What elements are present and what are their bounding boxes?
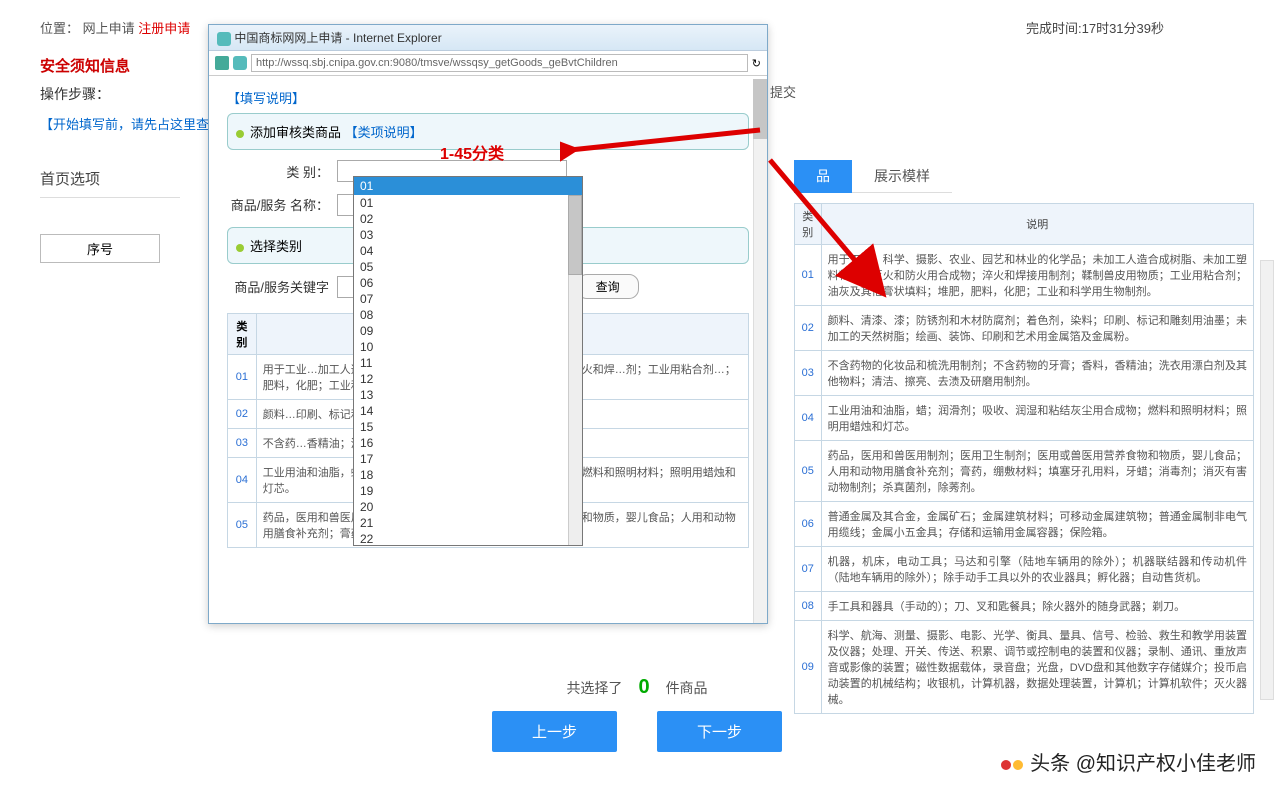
dropdown-option[interactable]: 15 — [354, 419, 582, 435]
dropdown-option[interactable]: 02 — [354, 211, 582, 227]
category-link[interactable]: 05 — [795, 441, 822, 502]
dropdown-scrollbar[interactable] — [568, 195, 582, 545]
category-link[interactable]: 04 — [228, 458, 257, 503]
dropdown-option[interactable]: 17 — [354, 451, 582, 467]
annotation-text: 1-45分类 — [440, 140, 504, 164]
dropdown-option[interactable]: 18 — [354, 467, 582, 483]
dropdown-option[interactable]: 13 — [354, 387, 582, 403]
category-link[interactable]: 01 — [795, 245, 822, 306]
dropdown-option[interactable]: 14 — [354, 403, 582, 419]
watermark: 头条 @知识产权小佳老师 — [1001, 747, 1256, 776]
refresh-icon[interactable]: ↻ — [752, 57, 761, 70]
next-button[interactable]: 下一步 — [657, 711, 782, 752]
prev-button[interactable]: 上一步 — [492, 711, 617, 752]
bullet-icon — [236, 244, 244, 252]
dropdown-option[interactable]: 21 — [354, 515, 582, 531]
class-guide-link[interactable]: 【类项说明】 — [345, 125, 423, 140]
dropdown-option[interactable]: 09 — [354, 323, 582, 339]
dropdown-option[interactable]: 05 — [354, 259, 582, 275]
tab-product[interactable]: 品 — [794, 160, 852, 193]
category-link[interactable]: 02 — [795, 306, 822, 351]
address-bar[interactable]: http://wssq.sbj.cnipa.gov.cn:9080/tmsve/… — [251, 54, 748, 72]
dropdown-option[interactable]: 07 — [354, 291, 582, 307]
category-link[interactable]: 06 — [795, 502, 822, 547]
dropdown-option[interactable]: 11 — [354, 355, 582, 371]
fill-guide-link[interactable]: 【填写说明】 — [227, 88, 749, 107]
dropdown-option[interactable]: 12 — [354, 371, 582, 387]
tab-display[interactable]: 展示模样 — [852, 160, 952, 193]
category-link[interactable]: 05 — [228, 503, 257, 548]
submit-tab[interactable]: 提交 — [770, 82, 796, 101]
dropdown-option[interactable]: 06 — [354, 275, 582, 291]
dropdown-option[interactable]: 22 — [354, 531, 582, 545]
dropdown-option[interactable]: 10 — [354, 339, 582, 355]
dropdown-option[interactable]: 04 — [354, 243, 582, 259]
category-desc: 药品，医用和兽医用制剂；医用卫生制剂；医用或兽医用营养食物和物质，婴儿食品；人用… — [821, 441, 1253, 502]
category-dropdown[interactable]: 01 0102030405060708091011121314151617181… — [353, 176, 583, 546]
col-desc: 说明 — [821, 204, 1253, 245]
time-label: 完成时间:17时31分39秒 — [1026, 18, 1164, 37]
category-desc: 用于工业、科学、摄影、农业、园艺和林业的化学品；未加工人造合成树脂、未加工塑料物… — [821, 245, 1253, 306]
seq-header: 序号 — [40, 234, 160, 263]
category-desc: 工业用油和油脂，蜡；润滑剂；吸收、润湿和粘结灰尘用合成物；燃料和照明材料；照明用… — [821, 396, 1253, 441]
ie-scrollbar[interactable] — [753, 79, 767, 623]
right-scrollbar[interactable] — [1260, 260, 1274, 700]
shield-icon — [215, 56, 229, 70]
dropdown-option[interactable]: 03 — [354, 227, 582, 243]
category-link[interactable]: 01 — [228, 355, 257, 400]
category-desc: 手工具和器具（手动的）；刀、叉和匙餐具；除火器外的随身武器；剃刀。 — [821, 592, 1253, 621]
dropdown-option[interactable]: 16 — [354, 435, 582, 451]
dropdown-option[interactable]: 19 — [354, 483, 582, 499]
category-desc: 普通金属及其合金，金属矿石；金属建筑材料；可移动金属建筑物；普通金属制非电气用缆… — [821, 502, 1253, 547]
category-link[interactable]: 08 — [795, 592, 822, 621]
label-category: 类 别： — [227, 162, 337, 181]
category-link[interactable]: 07 — [795, 547, 822, 592]
category-link[interactable]: 02 — [228, 400, 257, 429]
dropdown-option[interactable]: 01 — [354, 195, 582, 211]
category-link[interactable]: 03 — [228, 429, 257, 458]
ie-titlebar: 中国商标网网上申请 - Internet Explorer — [209, 25, 767, 51]
col-category: 类别 — [795, 204, 822, 245]
category-desc: 不含药物的化妆品和梳洗用制剂；不含药物的牙膏；香料，香精油；洗衣用漂白剂及其他物… — [821, 351, 1253, 396]
category-desc: 机器，机床，电动工具；马达和引擎（陆地车辆用的除外）；机器联结器和传动机件（陆地… — [821, 547, 1253, 592]
category-link[interactable]: 04 — [795, 396, 822, 441]
ie-icon — [217, 32, 231, 46]
search-button[interactable]: 查询 — [577, 274, 639, 299]
category-desc: 颜料、清漆、漆；防锈剂和木材防腐剂；着色剂，染料；印刷、标记和雕刻用油墨；未加工… — [821, 306, 1253, 351]
label-goods-name: 商品/服务 名称： — [227, 195, 337, 214]
dropdown-option[interactable]: 20 — [354, 499, 582, 515]
category-link[interactable]: 03 — [795, 351, 822, 396]
ie-popup: 中国商标网网上申请 - Internet Explorer http://wss… — [208, 24, 768, 624]
dropdown-option[interactable]: 08 — [354, 307, 582, 323]
category-table: 类别说明 01用于工业、科学、摄影、农业、园艺和林业的化学品；未加工人造合成树脂… — [794, 203, 1254, 714]
selected-count: 0 — [638, 676, 649, 698]
bullet-icon — [236, 130, 244, 138]
label-keyword: 商品/服务关键字 — [227, 277, 337, 296]
section-title: 首页选项 — [40, 160, 180, 198]
page-icon — [233, 56, 247, 70]
dropdown-selected[interactable]: 01 — [354, 177, 582, 195]
